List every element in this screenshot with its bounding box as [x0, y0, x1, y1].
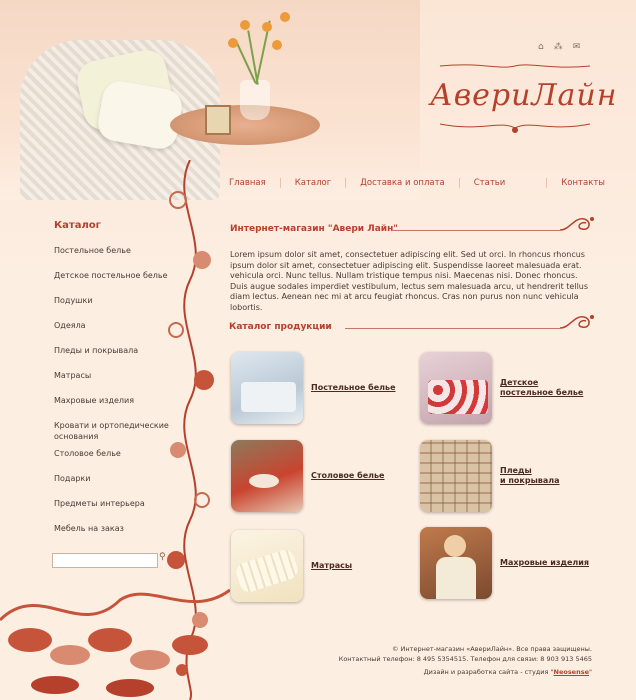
search-input[interactable] [52, 553, 158, 568]
swirl-ornament [560, 217, 594, 231]
nav-delivery[interactable]: Доставка и оплата [345, 178, 459, 188]
product-link[interactable]: Детское постельное белье [500, 378, 583, 398]
flower-icon [262, 22, 272, 32]
credits-quote: " [589, 668, 592, 676]
product-image[interactable] [420, 352, 492, 424]
catalog-title: Каталог продукции [229, 322, 332, 332]
flower-icon [228, 38, 238, 48]
divider [345, 328, 560, 329]
nav-contacts[interactable]: Контакты [546, 178, 605, 188]
product-link[interactable]: Махровые изделия [500, 558, 589, 568]
intro-text: Lorem ipsum dolor sit amet, consectetuer… [230, 250, 589, 312]
page: ⌂ ⁂ ✉ АвериЛайн Главная Каталог Доставка… [0, 0, 636, 700]
credits-text: Дизайн и разработка сайта - студия " [423, 668, 554, 676]
sidebar-item[interactable]: Постельное белье [54, 245, 184, 270]
sidebar-item[interactable]: Предметы интерьера [54, 498, 184, 523]
shop-title: Интернет-магазин "Авери Лайн" [230, 224, 398, 234]
search-icon[interactable]: ⚲ [159, 552, 166, 562]
product-link[interactable]: Матрасы [311, 561, 352, 571]
logo-text: АвериЛайн [430, 78, 618, 113]
sidebar-item[interactable]: Мебель на заказ [54, 523, 184, 548]
divider [392, 230, 560, 231]
product-card[interactable]: Матрасы [231, 530, 352, 602]
credits: Дизайн и разработка сайта - студия "Neos… [300, 667, 592, 677]
swirl-ornament [560, 315, 594, 329]
flower-icon [272, 40, 282, 50]
sitemap-icon[interactable]: ⁂ [554, 42, 563, 52]
sidebar-item[interactable]: Одеяла [54, 320, 184, 345]
product-image[interactable] [231, 440, 303, 512]
vase-image [240, 80, 270, 120]
product-image[interactable] [420, 527, 492, 599]
logo-ornament [439, 123, 591, 133]
sidebar: Каталог Постельное белье Детское постель… [54, 220, 184, 548]
home-icon[interactable]: ⌂ [538, 42, 544, 52]
sidebar-item[interactable]: Столовое белье [54, 448, 184, 473]
footer: © Интернет-магазин «АвериЛайн». Все прав… [300, 644, 592, 677]
logo-ornament [439, 64, 591, 68]
main-nav: Главная Каталог Доставка и оплата Статьи… [215, 173, 605, 193]
sidebar-item[interactable]: Подарки [54, 473, 184, 498]
sidebar-item[interactable]: Подушки [54, 295, 184, 320]
product-card[interactable]: Махровые изделия [420, 527, 589, 599]
product-link[interactable]: Постельное белье [311, 383, 396, 393]
logo[interactable]: АвериЛайн [430, 55, 618, 133]
nav-home[interactable]: Главная [215, 178, 280, 188]
product-card[interactable]: Пледы и покрывала [420, 440, 560, 512]
flower-icon [280, 12, 290, 22]
product-image[interactable] [231, 352, 303, 424]
sidebar-item[interactable]: Кровати и ортопедические основания [54, 420, 184, 448]
product-link[interactable]: Столовое белье [311, 471, 384, 481]
sidebar-item[interactable]: Матрасы [54, 370, 184, 395]
sidebar-item[interactable]: Пледы и покрывала [54, 345, 184, 370]
product-card[interactable]: Детское постельное белье [420, 352, 583, 424]
sidebar-item[interactable]: Детское постельное белье [54, 270, 184, 295]
sidebar-title: Каталог [54, 220, 101, 231]
product-card[interactable]: Постельное белье [231, 352, 396, 424]
copyright-text: © Интернет-магазин «АвериЛайн». Все прав… [391, 645, 592, 653]
product-image[interactable] [231, 530, 303, 602]
product-card[interactable]: Столовое белье [231, 440, 384, 512]
mail-icon[interactable]: ✉ [573, 42, 581, 52]
sidebar-item[interactable]: Махровые изделия [54, 395, 184, 420]
floral-ornament [0, 560, 231, 700]
top-icons: ⌂ ⁂ ✉ [538, 42, 580, 52]
contact-text: Контактный телефон: 8 495 5354515. Телеф… [338, 655, 592, 663]
picture-frame-image [205, 105, 231, 135]
studio-link[interactable]: Neosense [554, 668, 590, 676]
product-link[interactable]: Пледы и покрывала [500, 466, 560, 486]
nav-articles[interactable]: Статьи [458, 178, 520, 188]
nav-catalog[interactable]: Каталог [279, 178, 346, 188]
flower-icon [240, 20, 250, 30]
product-image[interactable] [420, 440, 492, 512]
